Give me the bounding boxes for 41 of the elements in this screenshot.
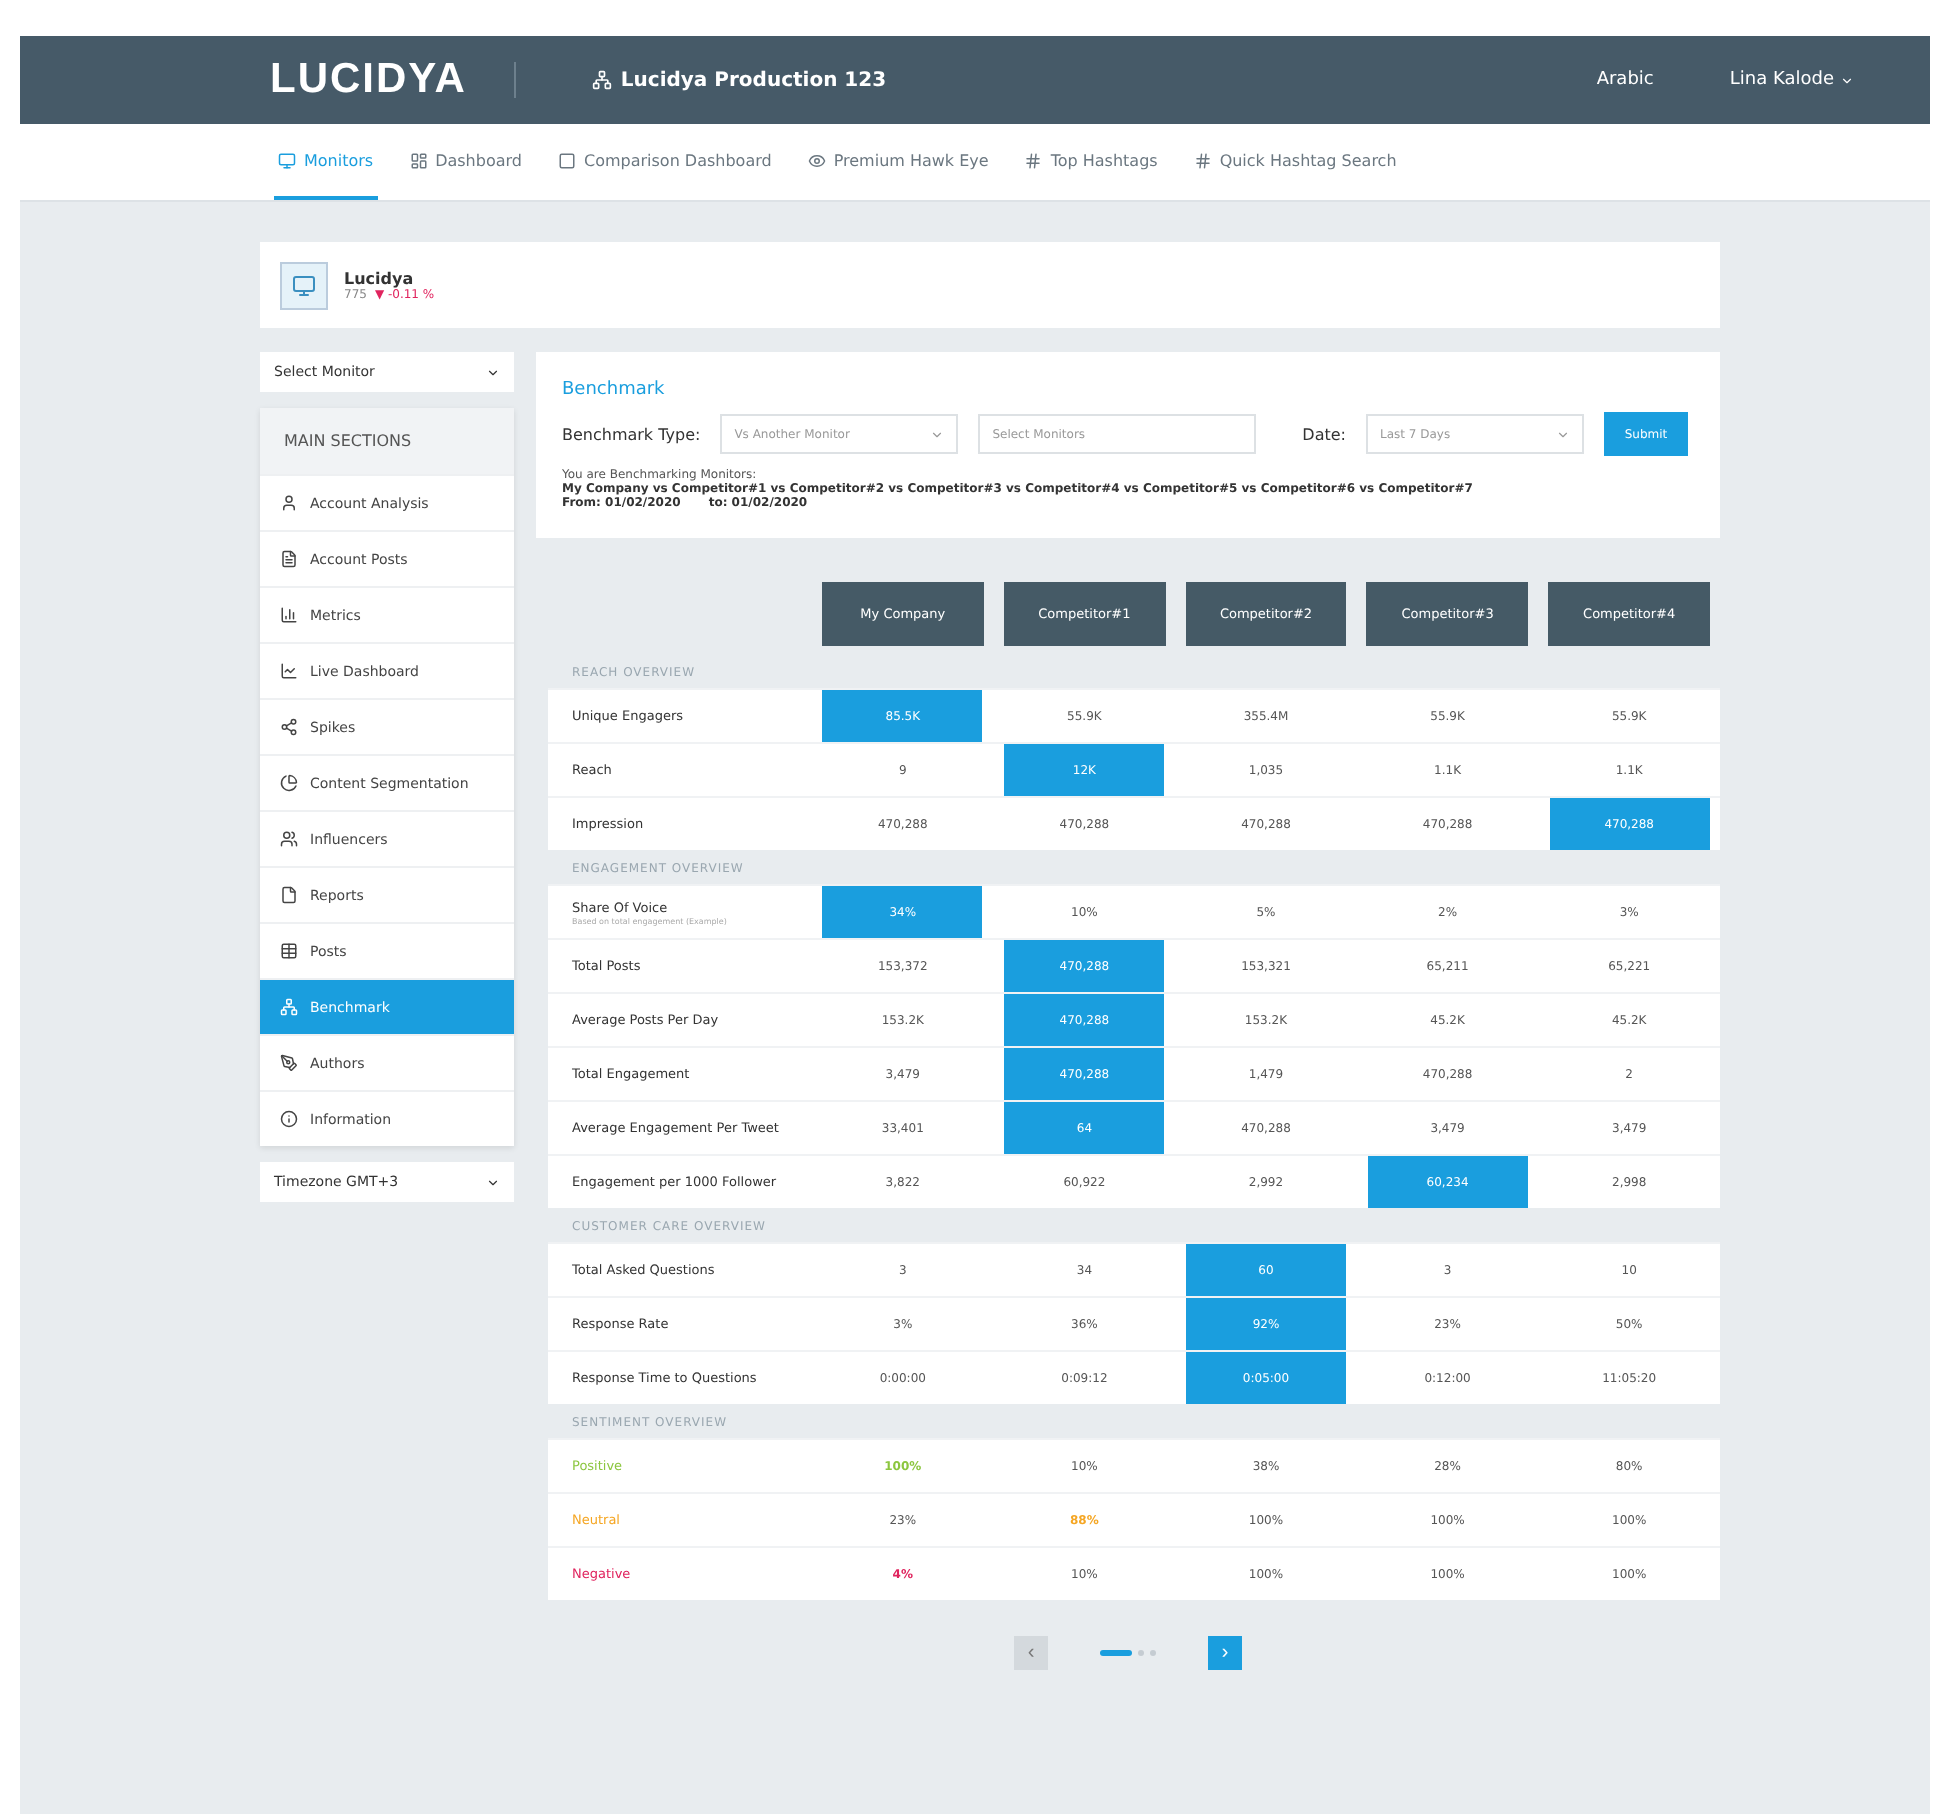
caret-icon [486, 365, 500, 379]
hashtag-icon [1193, 151, 1212, 169]
field-label: Date: [1302, 425, 1346, 443]
network-icon [592, 70, 613, 90]
eye-icon [807, 151, 826, 169]
nav-tab[interactable]: Top Hashtags [1020, 124, 1162, 200]
people-icon [280, 830, 298, 848]
nav-tab[interactable]: Dashboard [405, 124, 526, 200]
pie-chart-icon [280, 774, 298, 792]
field-label: Benchmark Type: [562, 425, 701, 443]
profile-name: Lucidya [344, 269, 416, 287]
page-dot[interactable] [1150, 1650, 1156, 1656]
person-icon [280, 494, 298, 512]
caret-icon [930, 427, 945, 441]
sidebar-heading: MAIN SECTIONS [260, 408, 514, 474]
nav-tab[interactable]: Comparison Dashboard [553, 124, 776, 200]
table-icon [280, 942, 298, 960]
nav-tab[interactable]: Premium Hawk Eye [803, 124, 993, 200]
file-icon [280, 886, 298, 904]
bar-chart-icon [280, 606, 298, 624]
pen-icon [280, 1054, 298, 1072]
network-icon [280, 998, 298, 1016]
caret-icon [1840, 73, 1854, 87]
square-icon [557, 151, 576, 169]
caret-icon [486, 1175, 500, 1189]
dashboard-icon [409, 151, 428, 169]
page-dot[interactable] [1138, 1650, 1144, 1656]
card-title: Benchmark [562, 380, 667, 400]
document-icon [280, 550, 298, 568]
info-icon [280, 1110, 298, 1128]
nav-tab[interactable]: Quick Hashtag Search [1189, 124, 1401, 200]
hashtag-icon [1024, 151, 1043, 169]
logo: LUCIDYA [270, 56, 467, 104]
caret-icon [1556, 427, 1570, 441]
monitor-icon [292, 273, 316, 297]
project-name[interactable]: Lucidya Production 123 [592, 69, 1597, 91]
line-chart-icon [280, 662, 298, 680]
language-link[interactable]: Arabic [1596, 70, 1654, 90]
share-icon [280, 718, 298, 736]
user-menu[interactable]: Lina Kalode [1729, 70, 1854, 90]
monitor-icon [278, 151, 296, 169]
